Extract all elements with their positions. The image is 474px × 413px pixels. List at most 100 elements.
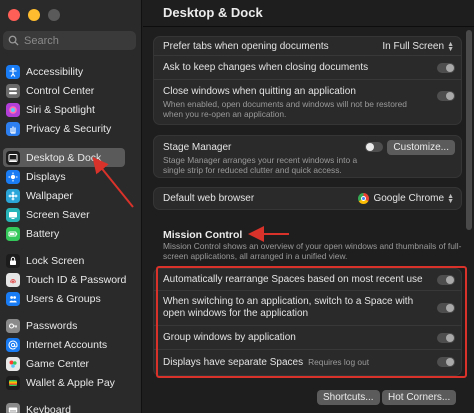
switch-space-row: When switching to an application, switch… <box>154 291 461 326</box>
window-controls <box>8 9 60 21</box>
separate-spaces-toggle[interactable] <box>437 357 455 367</box>
sidebar-item-label: Privacy & Security <box>26 122 112 135</box>
sidebar-item-label: Passwords <box>26 319 78 332</box>
sidebar-item-label: Desktop & Dock <box>26 151 102 164</box>
hot-corners-button[interactable]: Hot Corners... <box>382 390 457 405</box>
mission-control-description: Mission Control shows an overview of you… <box>163 241 462 261</box>
lock-screen-icon <box>6 253 20 268</box>
default-browser-row: Default web browser Google Chrome ▲ ▼ <box>154 188 461 209</box>
separate-spaces-row: Displays have separate Spaces Requires lo… <box>154 350 461 375</box>
sidebar-item-label: Users & Groups <box>26 292 101 305</box>
key-icon <box>6 318 20 333</box>
sidebar-item-control-center[interactable]: Control Center <box>3 81 125 100</box>
close-windows-row: Close windows when quitting an applicati… <box>154 80 461 124</box>
sidebar-item-lock-screen[interactable]: Lock Screen <box>3 251 125 270</box>
chrome-icon <box>358 193 370 204</box>
prefer-tabs-row: Prefer tabs when opening documents In Fu… <box>154 37 461 56</box>
ask-keep-changes-label: Ask to keep changes when closing documen… <box>163 62 369 73</box>
accessibility-icon <box>6 64 20 79</box>
group-windows-row: Group windows by application <box>154 326 461 350</box>
zoom-window-button[interactable] <box>48 9 60 21</box>
sidebar-item-label: Control Center <box>26 84 95 97</box>
sidebar-item-label: Wallet & Apple Pay <box>26 376 115 389</box>
sidebar-item-label: Siri & Spotlight <box>26 103 95 116</box>
sidebar: Accessibility Control Center Siri & Spotli… <box>0 0 142 413</box>
sidebar-item-siri-spotlight[interactable]: Siri & Spotlight <box>3 100 125 119</box>
sidebar-item-keyboard[interactable]: Keyboard <box>3 400 125 413</box>
switch-space-label: When switching to an application, switch… <box>163 296 414 319</box>
mission-control-group: Automatically rearrange Spaces based on … <box>153 268 462 376</box>
sidebar-item-accessibility[interactable]: Accessibility <box>3 62 125 81</box>
sidebar-item-screen-saver[interactable]: Screen Saver <box>3 205 125 224</box>
auto-rearrange-label: Automatically rearrange Spaces based on … <box>163 274 423 285</box>
search-field[interactable] <box>3 31 136 50</box>
dock-icon <box>6 150 20 165</box>
requires-logout-note: Requires log out <box>308 357 370 367</box>
close-window-button[interactable] <box>8 9 20 21</box>
separate-spaces-label: Displays have separate Spaces <box>163 357 304 368</box>
screen-saver-icon <box>6 207 20 222</box>
ask-keep-changes-toggle[interactable] <box>437 63 455 73</box>
at-icon <box>6 337 20 352</box>
chevron-updown-icon: ▲ ▼ <box>447 192 454 205</box>
auto-rearrange-row: Automatically rearrange Spaces based on … <box>154 269 461 291</box>
users-icon <box>6 291 20 306</box>
windows-settings-group: Prefer tabs when opening documents In Fu… <box>153 36 462 125</box>
search-icon <box>8 35 19 46</box>
sidebar-item-displays[interactable]: Displays <box>3 167 125 186</box>
search-input[interactable] <box>24 34 129 47</box>
fingerprint-icon <box>6 272 20 287</box>
stage-manager-description: Stage Manager arranges your recent windo… <box>163 155 358 175</box>
auto-rearrange-toggle[interactable] <box>437 275 455 285</box>
sidebar-item-wallet-apple-pay[interactable]: Wallet & Apple Pay <box>3 373 125 392</box>
sidebar-item-touch-id-password[interactable]: Touch ID & Password <box>3 270 127 289</box>
sidebar-item-label: Wallpaper <box>26 189 73 202</box>
sidebar-item-internet-accounts[interactable]: Internet Accounts <box>3 335 125 354</box>
prefer-tabs-value: In Full Screen <box>382 41 445 52</box>
close-windows-toggle[interactable] <box>437 91 455 101</box>
ask-keep-changes-row: Ask to keep changes when closing documen… <box>154 56 461 80</box>
sidebar-item-users-groups[interactable]: Users & Groups <box>3 289 125 308</box>
siri-icon <box>6 102 20 117</box>
sidebar-item-battery[interactable]: Battery <box>3 224 125 243</box>
default-browser-group: Default web browser Google Chrome ▲ ▼ <box>153 187 462 210</box>
sidebar-item-wallpaper[interactable]: Wallpaper <box>3 186 125 205</box>
chevron-updown-icon: ▲ ▼ <box>447 40 454 53</box>
sun-icon <box>6 169 20 184</box>
scrollbar[interactable] <box>466 30 472 230</box>
sidebar-item-label: Accessibility <box>26 65 84 78</box>
sidebar-item-game-center[interactable]: Game Center <box>3 354 125 373</box>
sidebar-item-desktop-dock[interactable]: Desktop & Dock <box>3 148 125 167</box>
group-windows-label: Group windows by application <box>163 332 296 343</box>
sidebar-item-label: Touch ID & Password <box>26 273 127 286</box>
sidebar-item-label: Game Center <box>26 357 90 370</box>
page-title: Desktop & Dock <box>163 5 263 20</box>
separate-spaces-label-wrap: Displays have separate Spaces Requires lo… <box>163 350 452 369</box>
battery-icon <box>6 226 20 241</box>
minimize-window-button[interactable] <box>28 9 40 21</box>
default-browser-value: Google Chrome <box>373 193 445 204</box>
stage-manager-group: Stage Manager Stage Manager arranges you… <box>153 135 462 178</box>
title-divider <box>143 26 474 27</box>
default-browser-popup[interactable]: Google Chrome ▲ ▼ <box>358 192 454 205</box>
sidebar-item-label: Screen Saver <box>26 208 90 221</box>
sidebar-item-label: Keyboard <box>26 403 71 413</box>
wallet-icon <box>6 375 20 390</box>
sidebar-item-privacy-security[interactable]: Privacy & Security <box>3 119 125 138</box>
flower-icon <box>6 188 20 203</box>
group-windows-toggle[interactable] <box>437 333 455 343</box>
main-pane: Desktop & Dock Prefer tabs when opening … <box>143 0 474 413</box>
close-windows-description: When enabled, open documents and windows… <box>163 99 407 119</box>
mission-control-heading: Mission Control <box>163 229 243 241</box>
sidebar-item-label: Internet Accounts <box>26 338 108 351</box>
shortcuts-button[interactable]: Shortcuts... <box>317 390 380 405</box>
customize-button[interactable]: Customize... <box>387 140 455 155</box>
sidebar-item-label: Lock Screen <box>26 254 85 267</box>
prefer-tabs-popup[interactable]: In Full Screen ▲ ▼ <box>382 40 454 53</box>
switch-space-toggle[interactable] <box>437 303 455 313</box>
close-windows-label: Close windows when quitting an applicati… <box>163 86 356 97</box>
keyboard-icon <box>6 402 20 413</box>
hand-icon <box>6 121 20 136</box>
sidebar-item-passwords[interactable]: Passwords <box>3 316 125 335</box>
stage-manager-toggle[interactable] <box>365 142 383 152</box>
